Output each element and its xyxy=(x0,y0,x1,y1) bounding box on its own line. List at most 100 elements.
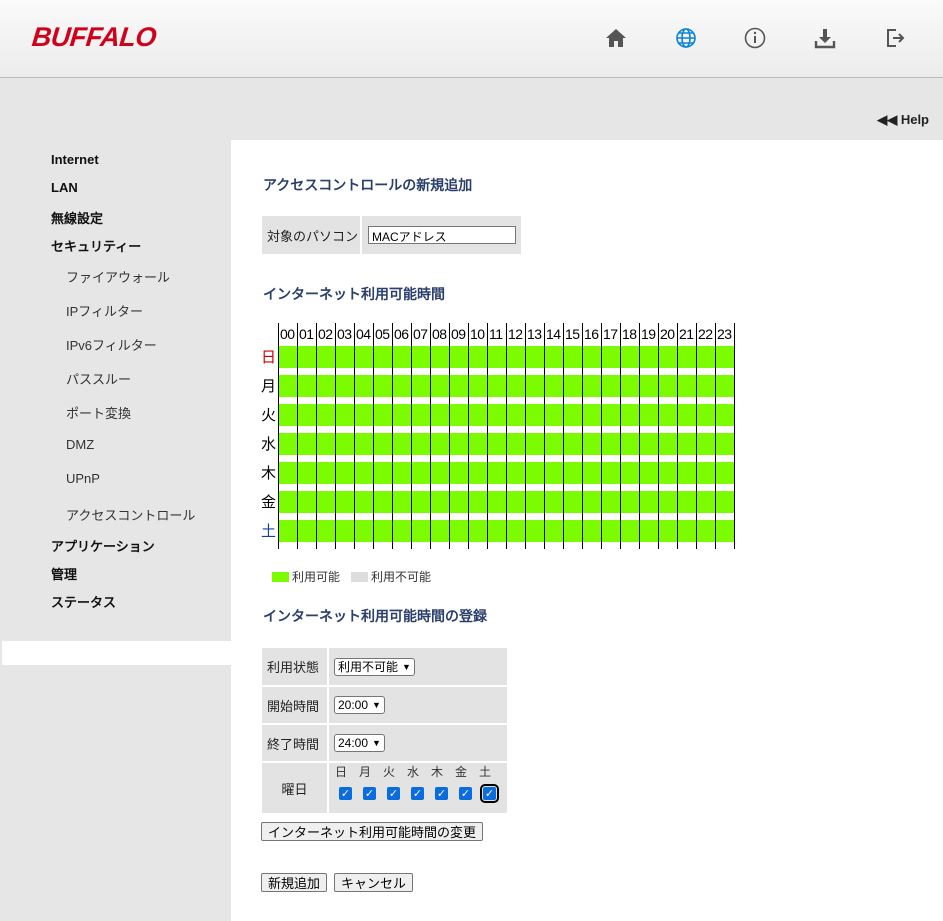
active-item-highlight xyxy=(2,641,231,665)
hour-label: 12 xyxy=(508,326,523,342)
grid-line xyxy=(620,323,621,549)
hour-label: 02 xyxy=(318,326,333,342)
hour-label: 06 xyxy=(394,326,409,342)
grid-line xyxy=(487,323,488,549)
availability-bar[interactable] xyxy=(279,375,735,397)
grid-line xyxy=(696,323,697,549)
available-swatch xyxy=(272,571,289,582)
download-icon[interactable] xyxy=(813,26,837,50)
end-time-select[interactable]: 24:00 ▼ xyxy=(334,734,385,752)
grid-line xyxy=(677,323,678,549)
weekday-label-1: 月 xyxy=(359,765,372,779)
sidebar-item-status[interactable]: ステータス xyxy=(51,592,116,611)
start-time-select[interactable]: 20:00 ▼ xyxy=(334,696,385,714)
grid-line xyxy=(563,323,564,549)
availability-bar[interactable] xyxy=(279,462,735,484)
weekday-label-6: 土 xyxy=(479,765,492,779)
sidebar-item-security[interactable]: セキュリティー xyxy=(51,236,141,255)
hour-label: 21 xyxy=(679,326,694,342)
weekday-checkbox-0[interactable]: ✓ xyxy=(339,787,352,800)
status-select[interactable]: 利用不可能 ▼ xyxy=(334,657,415,676)
sidebar-item-dmz[interactable]: DMZ xyxy=(66,437,94,452)
hour-label: 19 xyxy=(641,326,656,342)
weekday-checkbox-3[interactable]: ✓ xyxy=(411,787,424,800)
target-pc-cell: MACアドレス xyxy=(362,216,521,254)
unavailable-swatch xyxy=(351,571,368,582)
dropdown-arrow-icon: ▼ xyxy=(402,661,411,672)
day-label: 水 xyxy=(261,435,277,453)
sidebar-item-ipv6-filter[interactable]: IPv6フィルター xyxy=(66,335,157,354)
grid-line xyxy=(506,323,507,549)
main-content: アクセスコントロールの新規追加 対象のパソコン MACアドレス インターネット利… xyxy=(231,140,943,921)
home-icon[interactable] xyxy=(604,26,628,50)
weekday-checkbox-5[interactable]: ✓ xyxy=(459,787,472,800)
logout-icon[interactable] xyxy=(883,26,907,50)
grid-line xyxy=(525,323,526,549)
change-schedule-button[interactable]: インターネット利用可能時間の変更 xyxy=(261,822,484,841)
weekday-checkbox-4[interactable]: ✓ xyxy=(435,787,448,800)
hour-label: 07 xyxy=(413,326,428,342)
hour-label: 05 xyxy=(375,326,390,342)
availability-bar[interactable] xyxy=(279,346,735,368)
sidebar-item-admin[interactable]: 管理 xyxy=(51,564,77,583)
end-time-label: 終了時間 xyxy=(262,725,327,761)
day-label: 火 xyxy=(261,406,277,424)
sidebar-item-firewall[interactable]: ファイアウォール xyxy=(66,267,170,286)
hour-label: 20 xyxy=(660,326,675,342)
grid-line xyxy=(392,323,393,549)
hour-label: 23 xyxy=(717,326,732,342)
help-label: Help xyxy=(900,112,929,127)
status-cell: 利用不可能 ▼ xyxy=(329,648,507,685)
weekday-label-4: 木 xyxy=(431,765,444,779)
grid-line xyxy=(468,323,469,549)
sidebar-item-internet[interactable]: Internet xyxy=(51,152,99,167)
day-label: 月 xyxy=(261,377,277,395)
weekday-label-2: 火 xyxy=(383,765,396,779)
legend-unavailable: 利用不可能 xyxy=(351,568,431,585)
day-label: 木 xyxy=(261,464,277,482)
sidebar-item-ip-filter[interactable]: IPフィルター xyxy=(66,301,143,320)
start-time-label: 開始時間 xyxy=(262,687,327,723)
grid-line xyxy=(297,323,298,549)
grid-line xyxy=(639,323,640,549)
cancel-button[interactable]: キャンセル xyxy=(334,873,414,892)
add-new-button[interactable]: 新規追加 xyxy=(261,873,328,892)
hour-label: 22 xyxy=(698,326,713,342)
hour-label: 10 xyxy=(470,326,485,342)
weekday-checkbox-1[interactable]: ✓ xyxy=(363,787,376,800)
hour-label: 08 xyxy=(432,326,447,342)
grid-line xyxy=(373,323,374,549)
grid-line xyxy=(430,323,431,549)
schedule-title: インターネット利用可能時間 xyxy=(263,286,445,302)
availability-bar[interactable] xyxy=(279,404,735,426)
page-title: アクセスコントロールの新規追加 xyxy=(263,177,473,193)
availability-bar[interactable] xyxy=(279,433,735,455)
weekday-label-3: 水 xyxy=(407,765,420,779)
hour-label: 15 xyxy=(565,326,580,342)
help-toggle[interactable]: ◀◀ Help xyxy=(877,112,929,128)
weekday-checkbox-6[interactable]: ✓ xyxy=(480,784,499,803)
hour-label: 09 xyxy=(451,326,466,342)
weekday-label: 曜日 xyxy=(262,763,327,813)
sidebar-item-applications[interactable]: アプリケーション xyxy=(51,536,155,555)
sidebar-item-access-control[interactable]: アクセスコントロール xyxy=(66,505,195,524)
sidebar-item-passthrough[interactable]: パススルー xyxy=(66,369,131,388)
globe-icon[interactable] xyxy=(674,26,698,50)
availability-bar[interactable] xyxy=(279,520,735,542)
hour-label: 14 xyxy=(546,326,561,342)
sidebar-item-lan[interactable]: LAN xyxy=(51,180,78,195)
weekday-cell: 日 ✓ 月 ✓ 火 ✓ 水 ✓ 木 ✓ 金 ✓ 土 ✓ xyxy=(329,763,507,813)
mac-address-input[interactable]: MACアドレス xyxy=(368,226,516,244)
hour-label: 18 xyxy=(622,326,637,342)
hour-label: 03 xyxy=(337,326,352,342)
sidebar-item-wireless[interactable]: 無線設定 xyxy=(51,208,103,227)
sidebar-item-upnp[interactable]: UPnP xyxy=(66,471,100,486)
availability-bar[interactable] xyxy=(279,491,735,513)
weekday-checkbox-2[interactable]: ✓ xyxy=(387,787,400,800)
grid-line xyxy=(601,323,602,549)
sidebar-item-port-forwarding[interactable]: ポート変換 xyxy=(66,403,131,422)
legend-available: 利用可能 xyxy=(272,568,340,585)
grid-line xyxy=(335,323,336,549)
day-label: 日 xyxy=(261,348,277,366)
info-icon[interactable] xyxy=(743,26,767,50)
